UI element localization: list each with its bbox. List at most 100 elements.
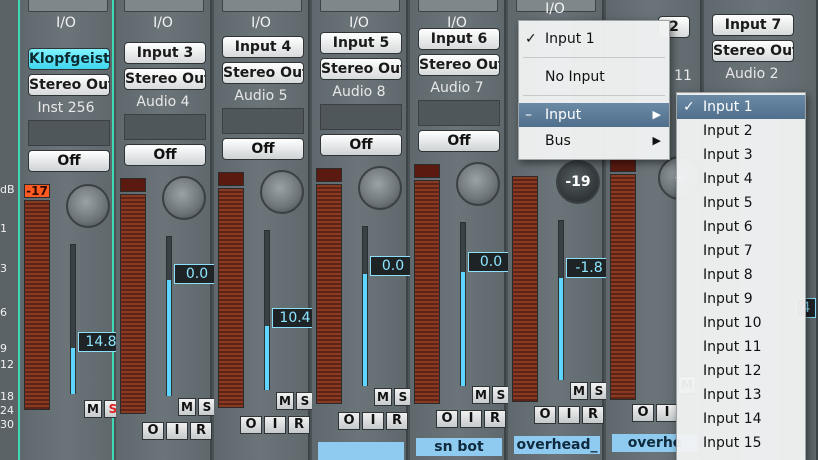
- group-slot[interactable]: [320, 104, 402, 130]
- mute-button[interactable]: M: [374, 388, 392, 406]
- group-slot[interactable]: [222, 108, 304, 134]
- fader-level: [461, 272, 465, 386]
- input-popup-menu: ✓ Input 1 No Input – Input ▶ Bus ▶: [518, 20, 670, 160]
- input-i-button[interactable]: I: [460, 410, 482, 428]
- record-r-button[interactable]: R: [386, 412, 408, 430]
- submenu-item-input[interactable]: Input 5: [677, 191, 805, 215]
- input-i-button[interactable]: I: [264, 416, 286, 434]
- insert-slot[interactable]: [28, 0, 108, 12]
- track-name: Audio 5: [234, 88, 288, 104]
- output-button[interactable]: Stereo Out: [320, 58, 402, 80]
- menu-item-bus-submenu[interactable]: Bus ▶: [519, 129, 669, 153]
- fader-level: [265, 326, 269, 390]
- submenu-item-input[interactable]: ✓ Input 1: [677, 95, 805, 119]
- menu-item-input-1[interactable]: ✓ Input 1: [519, 27, 669, 51]
- scale-tick: 12: [0, 358, 14, 371]
- mute-button[interactable]: M: [570, 382, 588, 400]
- io-label: I/O: [545, 1, 565, 17]
- pan-knob[interactable]: [358, 166, 402, 210]
- insert-slot[interactable]: [124, 0, 204, 12]
- output-o-button[interactable]: O: [632, 404, 654, 422]
- peak-display: [414, 164, 440, 178]
- io-label: I/O: [349, 15, 369, 31]
- menu-item-input-submenu[interactable]: – Input ▶: [519, 103, 669, 127]
- input-button[interactable]: Input 7: [712, 14, 794, 36]
- mute-button[interactable]: M: [178, 398, 196, 416]
- group-slot[interactable]: [124, 114, 206, 140]
- insert-slot[interactable]: [320, 0, 400, 12]
- scale-tick: 1: [0, 222, 7, 235]
- submenu-item-input[interactable]: Input 9: [677, 287, 805, 311]
- submenu-item-input[interactable]: Input 10: [677, 311, 805, 335]
- record-r-button[interactable]: R: [582, 406, 604, 424]
- output-button[interactable]: Stereo Out: [124, 68, 206, 90]
- input-button[interactable]: Input 5: [320, 32, 402, 54]
- automation-off-button[interactable]: Off: [222, 138, 304, 160]
- mute-button[interactable]: M: [472, 386, 490, 404]
- mute-button[interactable]: M: [276, 392, 294, 410]
- submenu-item-input[interactable]: Input 2: [677, 119, 805, 143]
- output-o-button[interactable]: O: [142, 422, 164, 440]
- submenu-item-input[interactable]: Input 11: [677, 335, 805, 359]
- checkmark-icon: ✓: [683, 99, 695, 115]
- input-i-button[interactable]: I: [656, 404, 678, 422]
- record-r-button[interactable]: R: [190, 422, 212, 440]
- group-slot[interactable]: [418, 100, 500, 126]
- track-name-bar[interactable]: sn bot: [416, 438, 502, 456]
- level-meter: [218, 188, 244, 408]
- output-o-button[interactable]: O: [240, 416, 262, 434]
- input-button[interactable]: Input 3: [124, 42, 206, 64]
- submenu-item-input[interactable]: Input 12: [677, 359, 805, 383]
- submenu-arrow-icon: ▶: [652, 134, 661, 147]
- fader-level: [71, 348, 75, 394]
- fader-level: [559, 278, 563, 380]
- pan-knob[interactable]: [66, 184, 110, 228]
- pan-knob[interactable]: [456, 162, 500, 206]
- submenu-item-input[interactable]: Input 15: [677, 431, 805, 455]
- submenu-item-input[interactable]: Input 14: [677, 407, 805, 431]
- submenu-item-input[interactable]: Input 7: [677, 239, 805, 263]
- level-meter: [316, 184, 342, 404]
- input-button[interactable]: Input 4: [222, 36, 304, 58]
- mute-button[interactable]: M: [84, 400, 102, 418]
- track-name-bar[interactable]: overhead_: [514, 436, 600, 454]
- automation-off-button[interactable]: Off: [418, 130, 500, 152]
- pan-knob[interactable]: -19: [556, 160, 600, 204]
- automation-off-button[interactable]: Off: [28, 150, 110, 172]
- output-o-button[interactable]: O: [338, 412, 360, 430]
- input-i-button[interactable]: I: [558, 406, 580, 424]
- output-button[interactable]: Stereo Out: [712, 40, 794, 62]
- level-meter: [24, 200, 50, 410]
- track-name: Inst 256: [37, 100, 95, 116]
- input-i-button[interactable]: I: [362, 412, 384, 430]
- peak-display: [610, 158, 636, 172]
- pan-knob[interactable]: [162, 176, 206, 220]
- insert-slot[interactable]: [222, 0, 302, 12]
- insert-slot[interactable]: [418, 0, 498, 12]
- output-button[interactable]: Stereo Out: [418, 54, 500, 76]
- output-o-button[interactable]: O: [534, 406, 556, 424]
- output-button[interactable]: Stereo Out: [28, 74, 110, 96]
- submenu-item-input[interactable]: Input 3: [677, 143, 805, 167]
- record-r-button[interactable]: R: [484, 410, 506, 428]
- submenu-item-input[interactable]: Input 8: [677, 263, 805, 287]
- submenu-item-input[interactable]: Input 4: [677, 167, 805, 191]
- automation-off-button[interactable]: Off: [320, 134, 402, 156]
- pan-knob[interactable]: [260, 170, 304, 214]
- menu-separator: [523, 57, 665, 58]
- menu-item-no-input[interactable]: No Input: [519, 65, 669, 89]
- output-button[interactable]: Stereo Out: [222, 62, 304, 84]
- fader-level: [167, 280, 171, 396]
- record-r-button[interactable]: R: [288, 416, 310, 434]
- track-name: Audio 2: [725, 66, 779, 82]
- track-name-bar[interactable]: [318, 442, 404, 460]
- output-o-button[interactable]: O: [436, 410, 458, 428]
- peak-display: -17: [24, 184, 50, 198]
- input-button[interactable]: Klopfgeist: [28, 48, 110, 70]
- input-button[interactable]: Input 6: [418, 28, 500, 50]
- submenu-item-input[interactable]: Input 13: [677, 383, 805, 407]
- input-i-button[interactable]: I: [166, 422, 188, 440]
- group-slot[interactable]: [28, 120, 110, 146]
- automation-off-button[interactable]: Off: [124, 144, 206, 166]
- submenu-item-input[interactable]: Input 6: [677, 215, 805, 239]
